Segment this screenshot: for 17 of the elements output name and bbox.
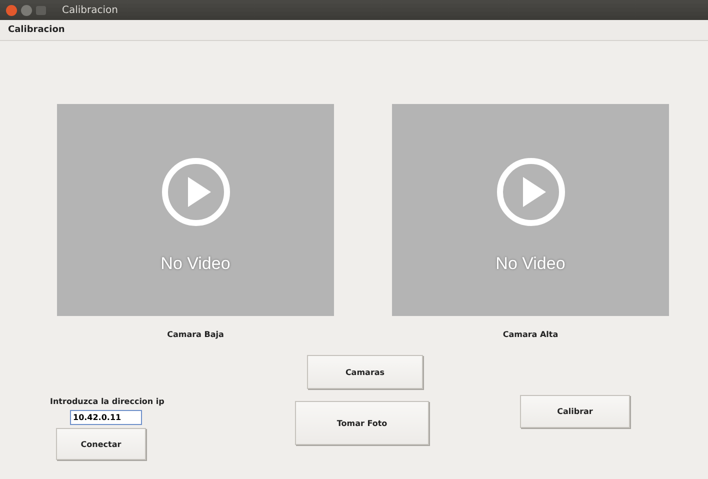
no-video-text: No Video bbox=[160, 254, 230, 274]
maximize-icon[interactable] bbox=[36, 6, 46, 14]
camera-label: Camara Alta bbox=[502, 330, 560, 339]
window-title: Calibracion bbox=[62, 4, 118, 16]
menu-item[interactable]: Calibracion bbox=[8, 25, 65, 35]
play-icon bbox=[496, 157, 566, 227]
cameras-button[interactable]: Camaras bbox=[307, 355, 423, 389]
calibrate-button[interactable]: Calibrar bbox=[520, 395, 630, 428]
connect-button[interactable]: Conectar bbox=[56, 428, 146, 460]
take-photo-button[interactable]: Tomar Foto bbox=[295, 401, 429, 445]
play-icon bbox=[160, 157, 230, 227]
ip-label: Introduzca la direccion ip bbox=[50, 397, 164, 406]
minimize-icon[interactable] bbox=[21, 4, 32, 16]
no-video-text: No Video bbox=[496, 254, 566, 274]
camera-label: Camara Baja bbox=[166, 330, 225, 339]
ip-field[interactable]: 10.42.0.11 bbox=[70, 410, 142, 425]
close-icon[interactable] bbox=[6, 4, 17, 16]
